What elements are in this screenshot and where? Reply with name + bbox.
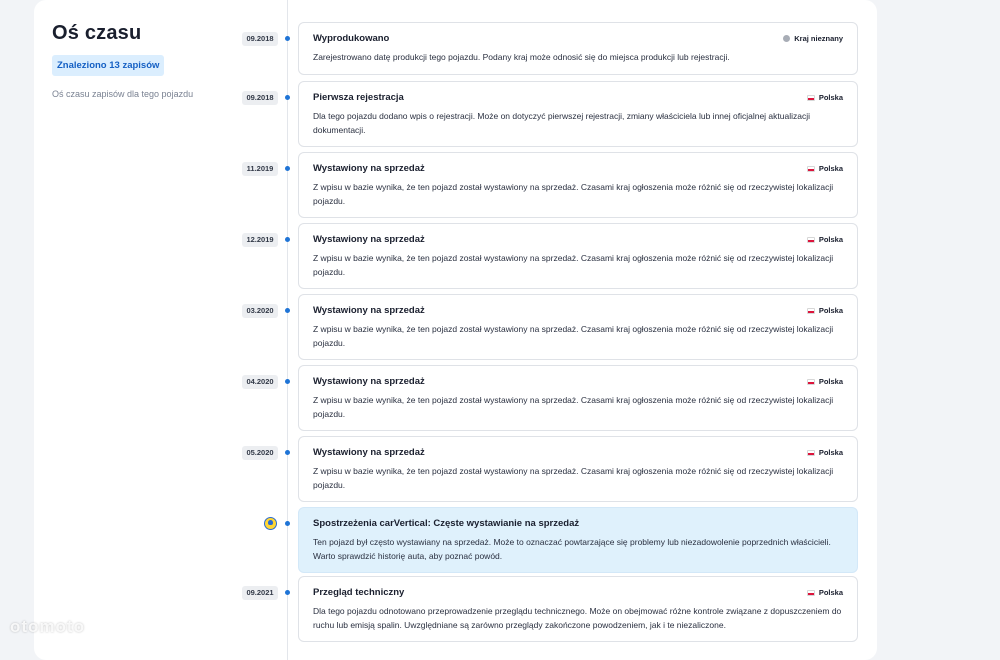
- country-label: Polska: [818, 235, 843, 244]
- timeline-card: Wystawiony na sprzedaż Polska Z wpisu w ba…: [298, 152, 858, 218]
- timeline-card: Wystawiony na sprzedaż Polska Z wpisu w ba…: [298, 365, 858, 431]
- card-header: Wystawiony na sprzedaż Polska: [313, 376, 843, 387]
- timeline-dot: [285, 237, 290, 242]
- timeline-card: Wyprodukowano Kraj nieznany Zarejestrowano…: [298, 22, 858, 75]
- timeline-dot: [285, 95, 290, 100]
- insight-card: Spostrzeżenia carVertical: Częste wystaw…: [298, 507, 858, 573]
- card-header: Wystawiony na sprzedaż Polska: [313, 163, 843, 174]
- card-description: Z wpisu w bazie wynika, że ten pojazd zo…: [313, 324, 834, 348]
- card-header: Przegląd techniczny Polska: [313, 587, 843, 598]
- card-title: Wystawiony na sprzedaż: [313, 163, 425, 174]
- card-header: Wystawiony na sprzedaż Polska: [313, 234, 843, 245]
- country-label: Polska: [818, 448, 843, 457]
- country-label: Polska: [818, 93, 843, 102]
- country-indicator: Polska: [806, 448, 843, 457]
- timeline-date: 09.2021: [242, 586, 278, 600]
- sidebar-description: Oś czasu zapisów dla tego pojazdu: [52, 89, 194, 99]
- country-indicator: Polska: [806, 377, 843, 386]
- card-title: Wyprodukowano: [313, 33, 390, 44]
- timeline-dot: [285, 36, 290, 41]
- timeline-date: 04.2020: [242, 375, 278, 389]
- unknown-country-icon: [783, 35, 791, 42]
- timeline-card: Wystawiony na sprzedaż Polska Z wpisu w ba…: [298, 223, 858, 289]
- card-title: Spostrzeżenia carVertical: Częste wystaw…: [313, 518, 580, 529]
- country-indicator: Kraj nieznany: [783, 34, 843, 43]
- card-description: Dla tego pojazdu dodano wpis o rejestrac…: [313, 111, 811, 135]
- country-label: Polska: [818, 164, 843, 173]
- timeline-card: Pierwsza rejestracja Polska Dla tego pojaz…: [298, 81, 858, 147]
- timeline-card: Przegląd techniczny Polska Dla tego pojazd…: [298, 576, 858, 642]
- country-indicator: Polska: [806, 306, 843, 315]
- country-indicator: Polska: [806, 164, 843, 173]
- records-count-badge: Znaleziono 13 zapisów: [52, 55, 165, 76]
- card-title: Wystawiony na sprzedaż: [313, 447, 425, 458]
- timeline-date: 09.2018: [242, 32, 278, 46]
- country-label: Polska: [818, 306, 843, 315]
- timeline-date: 03.2020: [242, 304, 278, 318]
- country-indicator: Polska: [806, 588, 843, 597]
- card-description: Z wpisu w bazie wynika, że ten pojazd zo…: [313, 182, 834, 206]
- page-title: Oś czasu: [52, 22, 142, 44]
- country-indicator: Polska: [806, 93, 843, 102]
- poland-flag-icon: [806, 449, 815, 456]
- card-title: Pierwsza rejestracja: [313, 92, 404, 103]
- timeline-card: Wystawiony na sprzedaż Polska Z wpisu w ba…: [298, 436, 858, 502]
- poland-flag-icon: [806, 94, 815, 101]
- poland-flag-icon: [806, 236, 815, 243]
- card-header: Wyprodukowano Kraj nieznany: [313, 33, 843, 44]
- timeline-panel: Oś czasu Znaleziono 13 zapisów Oś czasu …: [34, 0, 877, 660]
- timeline-dot: [285, 308, 290, 313]
- poland-flag-icon: [806, 589, 815, 596]
- card-header: Pierwsza rejestracja Polska: [313, 92, 843, 103]
- timeline-date: 09.2018: [242, 91, 278, 105]
- card-title: Wystawiony na sprzedaż: [313, 305, 425, 316]
- card-description: Ten pojazd był często wystawiany na sprz…: [313, 537, 831, 561]
- timeline-dot: [285, 379, 290, 384]
- card-description: Z wpisu w bazie wynika, że ten pojazd zo…: [313, 466, 834, 490]
- timeline-dot: [285, 590, 290, 595]
- insight-lightbulb-icon: [264, 517, 277, 530]
- card-description: Z wpisu w bazie wynika, że ten pojazd zo…: [313, 395, 834, 419]
- poland-flag-icon: [806, 378, 815, 385]
- country-label: Polska: [818, 588, 843, 597]
- card-description: Dla tego pojazdu odnotowano przeprowadze…: [313, 606, 842, 630]
- timeline-date: 11.2019: [242, 162, 278, 176]
- timeline-dot: [285, 521, 290, 526]
- otomoto-watermark: otomoto: [10, 617, 85, 636]
- card-title: Wystawiony na sprzedaż: [313, 234, 425, 245]
- sidebar: Oś czasu Znaleziono 13 zapisów Oś czasu …: [52, 22, 222, 99]
- timeline-date: 05.2020: [242, 446, 278, 460]
- country-indicator: Polska: [806, 235, 843, 244]
- card-header: Spostrzeżenia carVertical: Częste wystaw…: [313, 518, 843, 529]
- card-header: Wystawiony na sprzedaż Polska: [313, 305, 843, 316]
- timeline-card: Wystawiony na sprzedaż Polska Z wpisu w ba…: [298, 294, 858, 360]
- timeline-date: 12.2019: [242, 233, 278, 247]
- timeline-dot: [285, 166, 290, 171]
- timeline-dot: [285, 450, 290, 455]
- card-description: Zarejestrowano datę produkcji tego pojaz…: [313, 52, 730, 62]
- card-title: Przegląd techniczny: [313, 587, 405, 598]
- country-label: Polska: [818, 377, 843, 386]
- card-title: Wystawiony na sprzedaż: [313, 376, 425, 387]
- poland-flag-icon: [806, 165, 815, 172]
- card-header: Wystawiony na sprzedaż Polska: [313, 447, 843, 458]
- country-label: Kraj nieznany: [794, 34, 843, 43]
- card-description: Z wpisu w bazie wynika, że ten pojazd zo…: [313, 253, 834, 277]
- poland-flag-icon: [806, 307, 815, 314]
